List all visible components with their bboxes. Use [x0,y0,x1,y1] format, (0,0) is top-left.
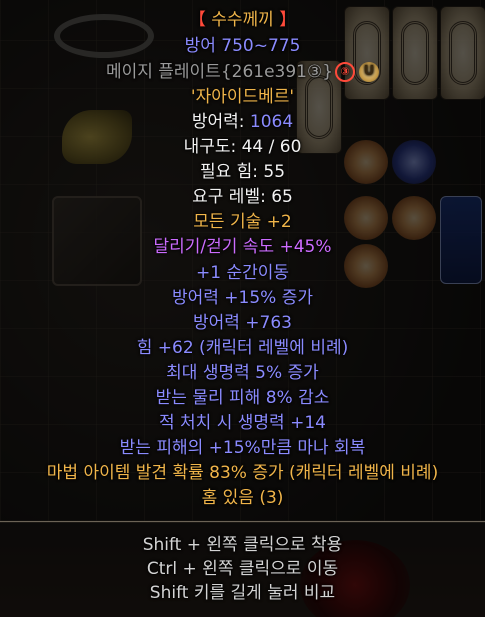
mod-all-skills: 모든 기술 +2 [193,212,292,232]
base-defense-range: 방어 750~775 [184,36,301,56]
mod-run-walk: 달리기/걷기 속도 +45% [153,237,332,257]
stat-defense: 방어력: 1064 [0,110,485,134]
unique-badge-icon: U [359,62,380,82]
base-type-text: 메이지 플레이트{261e391③} [105,62,334,82]
mod-line: +1 순간이동 [195,263,290,283]
hint-move: Ctrl + 왼쪽 클릭으로 이동 [146,559,339,579]
mod-line: 받는 피해의 +15%만큼 마나 회복 [119,438,366,458]
defense-value: 1064 [249,112,294,132]
item-name: 【 수수께끼 】 [0,8,485,32]
mod-line: 힘 +62 (캐릭터 레벨에 비례) [136,338,349,358]
game-inventory-screen: 【 수수께끼 】 방어 750~775 메이지 플레이트{261e391③} ③ U… [0,0,485,617]
item-tooltip: 【 수수께끼 】 방어 750~775 메이지 플레이트{261e391③} ③ U… [0,0,485,617]
mod-line-sockets: 홈 있음 (3) [201,488,284,508]
stat-durability: 내구도: 44 / 60 [183,137,302,157]
runeword-label: '자아이드베르' [190,87,295,107]
hint-compare: Shift 키를 길게 눌러 비교 [149,583,336,603]
mod-line: 방어력 +763 [192,313,292,333]
item-name-text: 수수께끼 [205,10,280,30]
name-bracket-right: 】 [279,10,297,30]
mod-line: 마법 아이템 발견 확률 83% 증가 (캐릭터 레벨에 비례) [46,463,439,483]
mod-line: 적 처치 시 생명력 +14 [159,413,326,433]
tooltip-divider [0,521,485,522]
mod-line: 받는 물리 피해 8% 감소 [155,388,330,408]
stat-required-strength: 필요 힘: 55 [199,162,286,182]
socket-count-badge: ③ [335,62,356,82]
mod-line: 최대 생명력 5% 증가 [166,363,319,383]
stat-required-level: 요구 레벨: 65 [192,187,293,207]
mod-line: 방어력 +15% 증가 [171,288,314,308]
item-base-type: 메이지 플레이트{261e391③} ③ U [0,60,485,84]
hint-equip: Shift + 왼쪽 클릭으로 착용 [142,535,343,555]
name-bracket-left: 【 [188,10,206,30]
defense-text: 방어력: [191,112,250,132]
